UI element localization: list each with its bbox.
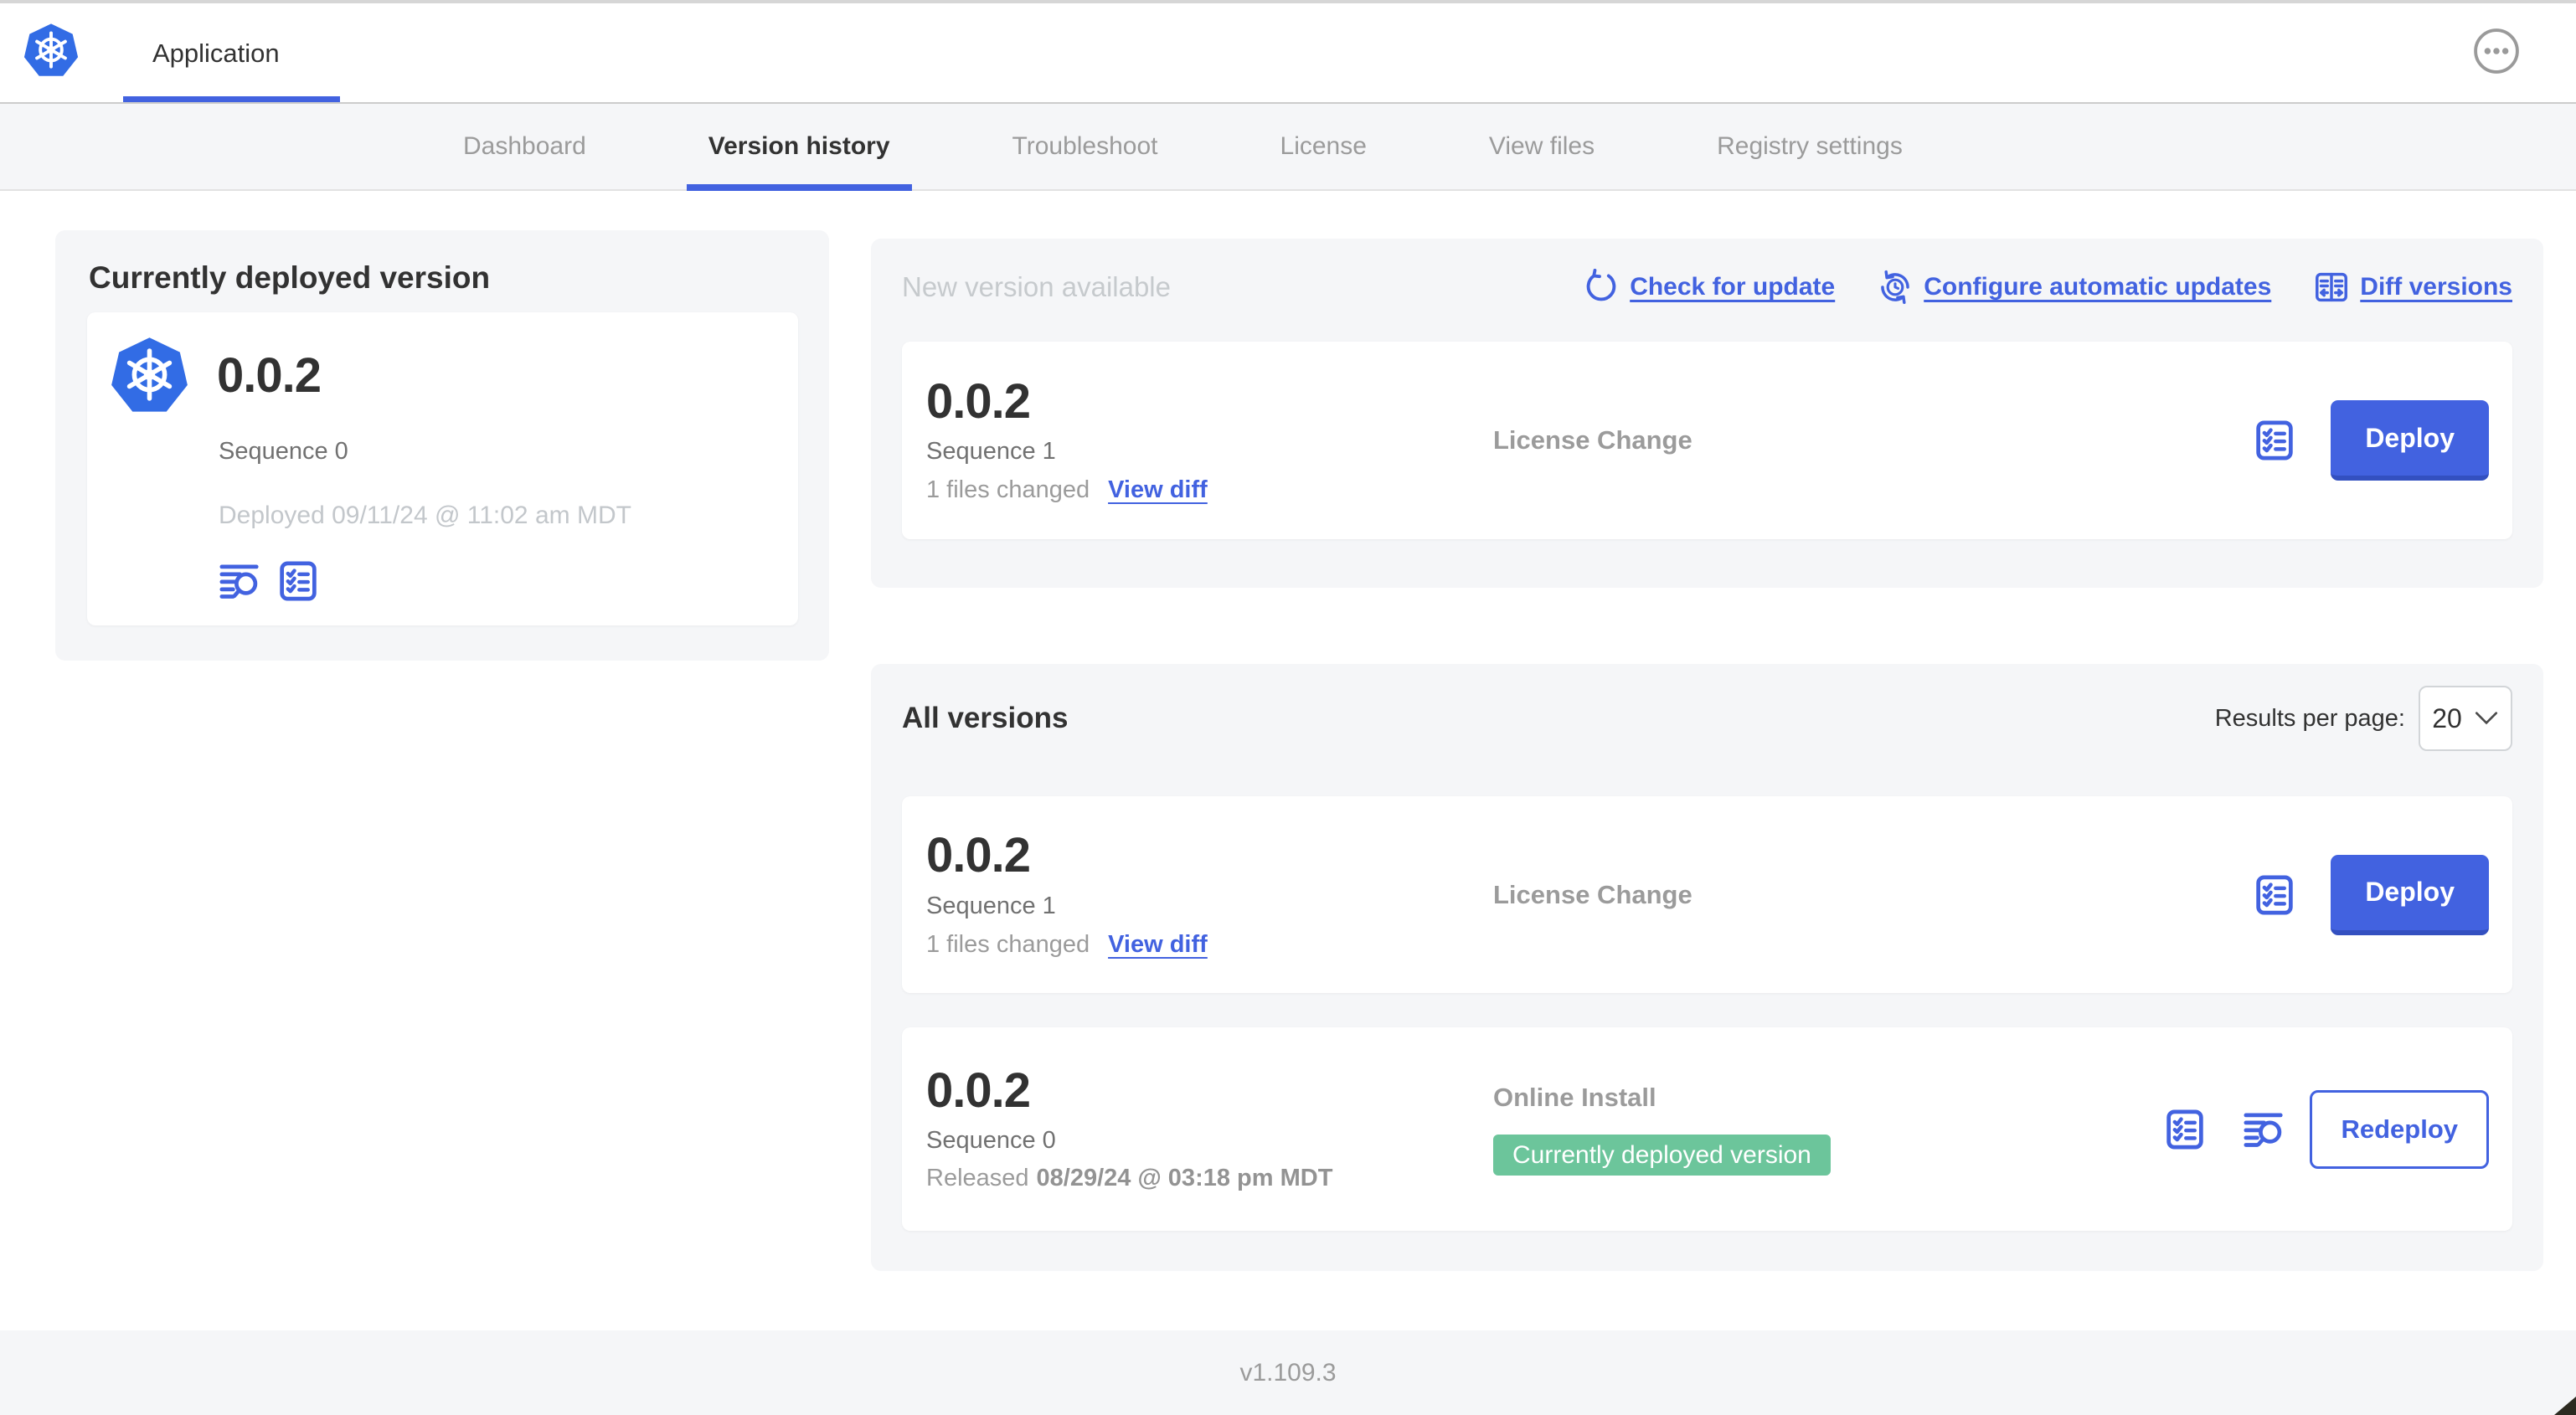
install-type-title: Online Install [1493, 1083, 1656, 1112]
kubernetes-logo-icon [108, 335, 191, 419]
all-versions-title: All versions [902, 702, 1069, 734]
preflight-checks-button[interactable] [2252, 418, 2297, 463]
check-for-update-link[interactable]: Check for update [1583, 269, 1835, 306]
diff-versions-link[interactable]: Diff versions [2313, 269, 2512, 306]
deployed-sequence: Sequence 0 [219, 438, 348, 465]
checklist-icon [2256, 420, 2294, 461]
auto-update-icon [1881, 270, 1910, 305]
version-sequence: Sequence 1 [926, 892, 1056, 919]
version-number: 0.0.2 [926, 828, 1031, 883]
deployed-timestamp: Deployed 09/11/24 @ 11:02 am MDT [219, 502, 631, 529]
preflight-checks-button[interactable] [276, 558, 321, 604]
new-version-row: 0.0.2 Sequence 1 1 files changed View di… [902, 342, 2512, 539]
view-logs-button[interactable] [217, 558, 262, 604]
deployed-version-number: 0.0.2 [217, 348, 322, 403]
admin-console-version: v1.109.3 [1239, 1358, 1337, 1387]
version-sequence: Sequence 1 [926, 438, 1056, 466]
overflow-menu-button[interactable] [2472, 27, 2521, 75]
version-number: 0.0.2 [926, 373, 1031, 429]
tab-license[interactable]: License [1280, 132, 1367, 161]
configure-automatic-updates-link[interactable]: Configure automatic updates [1877, 269, 2271, 306]
preflight-checks-button[interactable] [2162, 1107, 2208, 1152]
ellipsis-circle-icon [2472, 27, 2521, 75]
checklist-icon [280, 561, 317, 601]
version-sequence: Sequence 0 [926, 1127, 1056, 1155]
app-tab-title[interactable]: Application [152, 39, 280, 69]
preflight-checks-button[interactable] [2252, 872, 2297, 918]
deploy-button[interactable]: Deploy [2331, 854, 2489, 935]
new-version-panel: New version available Check for update C… [871, 239, 2543, 588]
view-logs-button[interactable] [2241, 1107, 2286, 1152]
tab-dashboard[interactable]: Dashboard [463, 132, 586, 161]
logs-icon [219, 564, 259, 599]
tab-troubleshoot[interactable]: Troubleshoot [1012, 132, 1158, 161]
diff-icon [2316, 272, 2348, 302]
view-diff-link[interactable]: View diff [1108, 476, 1208, 504]
release-title: License Change [1493, 425, 1692, 455]
app-subnav: Dashboard Version history Troubleshoot L… [0, 102, 2576, 191]
currently-deployed-card: 0.0.2 Sequence 0 Deployed 09/11/24 @ 11:… [87, 312, 798, 625]
results-per-page-label: Results per page: [2214, 704, 2405, 732]
released-timestamp: Released 08/29/24 @ 03:18 pm MDT [926, 1165, 1333, 1192]
tab-version-history[interactable]: Version history [686, 132, 912, 191]
results-per-page-select[interactable]: 20 [2419, 686, 2512, 751]
tab-registry-settings[interactable]: Registry settings [1717, 132, 1903, 161]
refresh-icon [1586, 269, 1616, 301]
active-app-underline [123, 96, 340, 102]
release-title: License Change [1493, 879, 1692, 909]
checklist-icon [2256, 874, 2294, 915]
files-changed-text: 1 files changed [926, 476, 1090, 504]
deploy-button[interactable]: Deploy [2331, 400, 2489, 481]
view-diff-link[interactable]: View diff [1108, 931, 1208, 959]
version-number: 0.0.2 [926, 1063, 1031, 1118]
new-version-title: New version available [902, 271, 1171, 302]
app-footer: v1.109.3 [0, 1330, 2576, 1415]
currently-deployed-title: Currently deployed version [89, 260, 491, 295]
chevron-down-icon [2474, 711, 2499, 726]
currently-deployed-panel: Currently deployed version 0.0.2 Sequenc… [55, 230, 829, 661]
redeploy-button[interactable]: Redeploy [2310, 1089, 2489, 1169]
all-versions-panel: All versions Results per page: 20 0.0.2 … [871, 664, 2543, 1271]
kubernetes-logo-icon [22, 22, 80, 82]
checklist-icon [2166, 1109, 2204, 1150]
tab-view-files[interactable]: View files [1489, 132, 1595, 161]
currently-deployed-badge: Currently deployed version [1493, 1135, 1831, 1176]
app-header: Application [0, 3, 2576, 102]
version-row: 0.0.2 Sequence 1 1 files changed View di… [902, 796, 2512, 993]
version-row: 0.0.2 Sequence 0 Released 08/29/24 @ 03:1… [902, 1027, 2512, 1231]
logs-icon [2244, 1113, 2284, 1147]
files-changed-text: 1 files changed [926, 930, 1090, 958]
